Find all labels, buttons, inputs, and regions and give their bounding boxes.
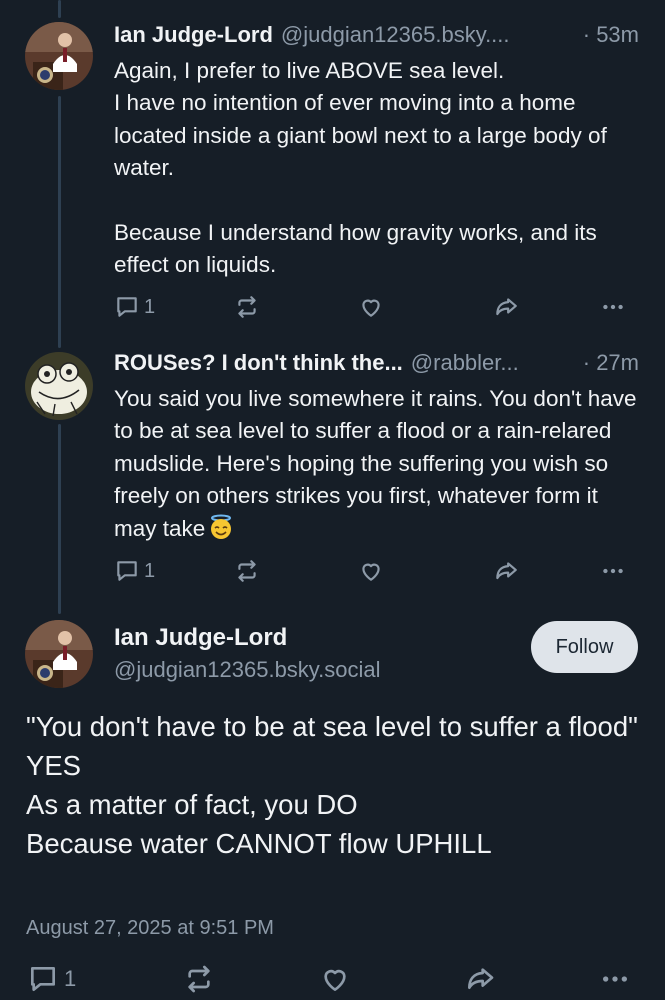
repost-icon [238, 296, 256, 318]
more-icon [603, 976, 627, 982]
post-time[interactable]: · 27m [583, 350, 639, 376]
like-icon [362, 299, 380, 317]
repost-button[interactable] [183, 963, 215, 995]
avatar[interactable] [25, 620, 93, 688]
post-content: ROUSes? I don't think the... @rabbler...… [114, 350, 639, 545]
post-actions: 1 [114, 294, 631, 324]
avatar[interactable] [25, 22, 93, 90]
more-button[interactable] [600, 558, 626, 584]
like-icon [362, 563, 380, 581]
reply-icon [117, 297, 137, 317]
post-actions: 1 [114, 558, 631, 588]
thread-line-top [58, 0, 61, 18]
share-button[interactable] [492, 558, 520, 584]
reply-count: 1 [144, 559, 156, 582]
repost-icon [238, 560, 256, 582]
reply-count: 1 [64, 966, 77, 991]
share-icon [468, 968, 494, 989]
repost-button[interactable] [234, 558, 260, 584]
post-meta: Ian Judge-Lord @judgian12365.bsky.... · … [114, 22, 639, 48]
main-post-actions: 1 [26, 963, 631, 993]
reply-button[interactable]: 1 [114, 558, 155, 584]
thread-view: Ian Judge-Lord @judgian12365.bsky.... · … [0, 0, 665, 1000]
post-text: You said you live somewhere it rains. Yo… [114, 383, 639, 545]
post-text-body: You said you live somewhere it rains. Yo… [114, 386, 643, 541]
more-icon [603, 304, 623, 310]
smiling-face-with-halo-icon [211, 514, 232, 539]
author-name[interactable]: ROUSes? I don't think the... [114, 350, 403, 376]
thread-line-1 [58, 96, 61, 348]
repost-icon [188, 965, 210, 993]
share-icon [496, 562, 517, 580]
share-button[interactable] [463, 963, 497, 995]
author-name[interactable]: Ian Judge-Lord [114, 22, 273, 48]
thread-line-2 [58, 424, 61, 614]
avatar[interactable] [25, 352, 93, 420]
like-icon [324, 969, 346, 991]
post-time[interactable]: · 53m [583, 22, 639, 48]
reply-icon [117, 561, 137, 581]
reply-icon [31, 967, 55, 991]
share-button[interactable] [492, 294, 520, 320]
more-button[interactable] [600, 294, 626, 320]
like-button[interactable] [358, 294, 384, 320]
reply-button[interactable]: 1 [26, 963, 76, 995]
more-button[interactable] [599, 963, 631, 995]
like-button[interactable] [358, 558, 384, 584]
post-meta: ROUSes? I don't think the... @rabbler...… [114, 350, 639, 376]
reply-button[interactable]: 1 [114, 294, 155, 320]
author-handle[interactable]: @judgian12365.bsky.... [281, 22, 510, 48]
reply-count: 1 [144, 295, 156, 318]
post-content: Ian Judge-Lord @judgian12365.bsky.... · … [114, 22, 639, 282]
share-icon [496, 298, 517, 316]
main-post-text: "You don't have to be at sea level to su… [26, 711, 638, 859]
like-button[interactable] [319, 963, 351, 995]
repost-button[interactable] [234, 294, 260, 320]
post-date: August 27, 2025 at 9:51 PM [26, 917, 274, 939]
post-text: Again, I prefer to live ABOVE sea level.… [114, 58, 607, 278]
follow-button[interactable]: Follow [531, 621, 638, 673]
more-icon [603, 568, 623, 574]
author-handle[interactable]: @rabbler... [411, 350, 519, 376]
